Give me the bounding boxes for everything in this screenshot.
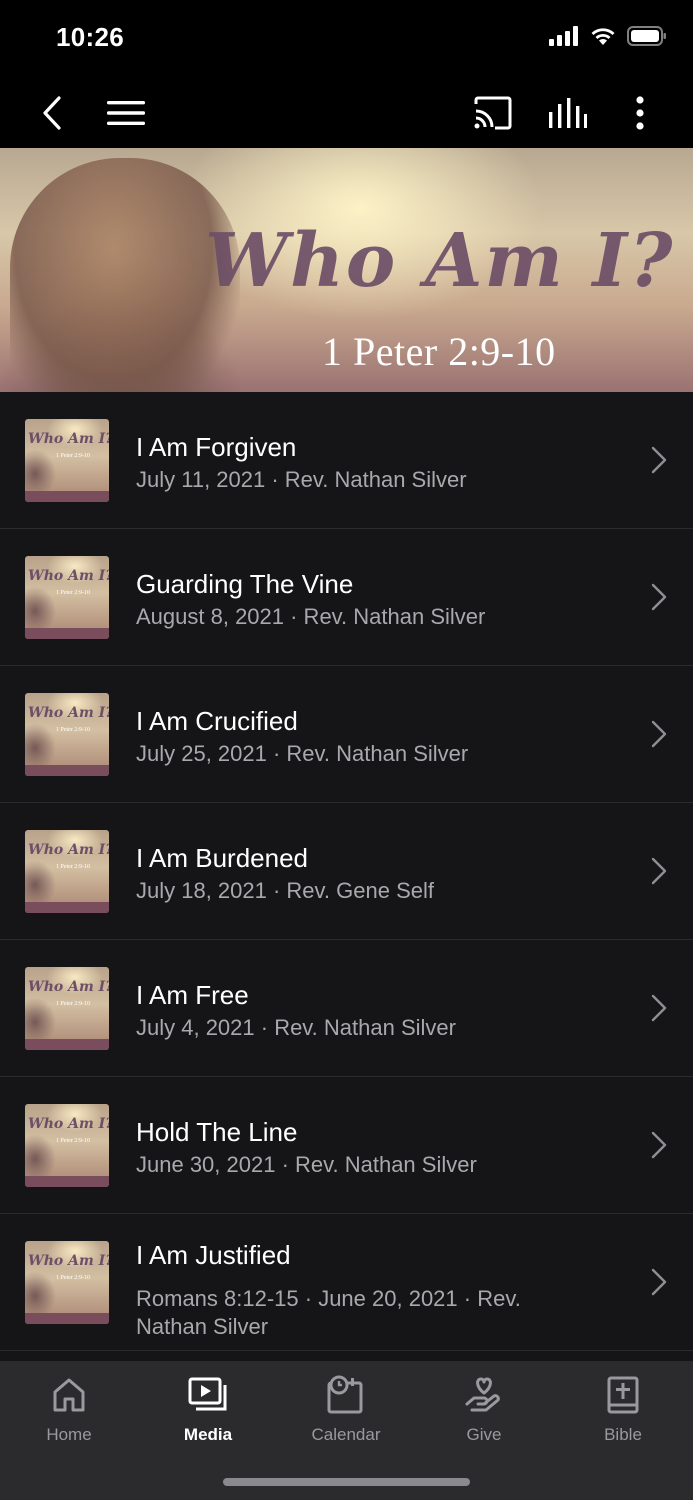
home-indicator (223, 1478, 470, 1486)
more-options-button[interactable] (620, 78, 660, 148)
more-vertical-icon (636, 96, 644, 130)
status-icons (549, 26, 667, 46)
chevron-right-icon (651, 446, 667, 474)
tab-label: Home (46, 1425, 92, 1444)
calendar-icon (327, 1375, 363, 1414)
sermon-title: I Am Burdened (136, 843, 308, 873)
status-time: 10:26 (56, 22, 124, 52)
chevron-right-icon (651, 1268, 667, 1296)
list-item[interactable]: Who Am I? 1 Peter 2:9-10 I Am Crucified … (0, 666, 693, 803)
thumbnail-subtitle: 1 Peter 2:9-10 (56, 1138, 90, 1144)
sermon-list: Who Am I? 1 Peter 2:9-10 I Am Forgiven J… (0, 392, 693, 1351)
thumbnail-title: Who Am I? (28, 1116, 109, 1132)
list-item[interactable]: Who Am I? 1 Peter 2:9-10 Hold The Line J… (0, 1077, 693, 1214)
sermon-subtitle: July 18, 2021 · Rev. Gene Self (136, 878, 434, 903)
list-item[interactable]: Who Am I? 1 Peter 2:9-10 I Am Forgiven J… (0, 392, 693, 529)
status-bar: 10:26 (0, 0, 693, 78)
sermon-title: I Am Crucified (136, 706, 298, 736)
cast-button[interactable] (470, 78, 516, 148)
sermon-subtitle: July 4, 2021 · Rev. Nathan Silver (136, 1015, 456, 1040)
app-bar (0, 78, 693, 148)
sermon-thumbnail: Who Am I? 1 Peter 2:9-10 (25, 1241, 109, 1324)
list-item[interactable]: Who Am I? 1 Peter 2:9-10 I Am Burdened J… (0, 803, 693, 940)
thumbnail-subtitle: 1 Peter 2:9-10 (56, 1001, 90, 1007)
battery-icon (627, 26, 666, 46)
menu-button[interactable] (104, 78, 148, 148)
sermon-subtitle: June 30, 2021 · Rev. Nathan Silver (136, 1152, 477, 1177)
tab-give[interactable]: Give (415, 1373, 553, 1457)
sermon-subtitle: July 25, 2021 · Rev. Nathan Silver (136, 741, 469, 766)
tab-label: Give (466, 1425, 502, 1444)
sermon-title: I Am Forgiven (136, 432, 297, 462)
chevron-right-icon (651, 1131, 667, 1159)
hamburger-menu-icon (107, 101, 145, 125)
sermon-subtitle: August 8, 2021 · Rev. Nathan Silver (136, 604, 486, 629)
thumbnail-subtitle: 1 Peter 2:9-10 (56, 590, 90, 596)
thumbnail-title: Who Am I? (28, 705, 109, 721)
thumbnail-subtitle: 1 Peter 2:9-10 (56, 864, 90, 870)
audio-levels-button[interactable] (544, 78, 590, 148)
chevron-right-icon (651, 857, 667, 885)
sermon-title: Hold The Line (136, 1117, 298, 1147)
series-banner: Who Am I? 1 Peter 2:9-10 (0, 148, 693, 392)
sermon-title: I Am Free (136, 980, 249, 1010)
sermon-subtitle: Romans 8:12-15 · June 20, 2021 · Rev. Na… (136, 1286, 521, 1339)
home-icon (53, 1378, 85, 1412)
thumbnail-subtitle: 1 Peter 2:9-10 (56, 1275, 90, 1281)
tab-media[interactable]: Media (139, 1373, 277, 1457)
tab-label: Media (183, 1425, 233, 1444)
thumbnail-subtitle: 1 Peter 2:9-10 (56, 453, 90, 459)
sermon-thumbnail: Who Am I? 1 Peter 2:9-10 (25, 1104, 109, 1187)
sermon-thumbnail: Who Am I? 1 Peter 2:9-10 (25, 967, 109, 1050)
tab-label: Bible (604, 1425, 642, 1444)
thumbnail-title: Who Am I? (28, 568, 109, 584)
thumbnail-subtitle: 1 Peter 2:9-10 (56, 727, 90, 733)
thumbnail-title: Who Am I? (28, 842, 109, 858)
list-item[interactable]: Who Am I? 1 Peter 2:9-10 I Am Justified … (0, 1214, 693, 1351)
back-button[interactable] (30, 78, 74, 148)
give-icon (465, 1377, 500, 1412)
audio-levels-icon (549, 98, 587, 128)
list-item[interactable]: Who Am I? 1 Peter 2:9-10 Guarding The Vi… (0, 529, 693, 666)
tab-label: Calendar (311, 1425, 381, 1444)
tab-home[interactable]: Home (0, 1373, 138, 1457)
thumbnail-title: Who Am I? (28, 1253, 109, 1269)
sermon-subtitle: July 11, 2021 · Rev. Nathan Silver (136, 467, 467, 492)
sermon-thumbnail: Who Am I? 1 Peter 2:9-10 (25, 830, 109, 913)
media-icon (188, 1377, 227, 1411)
sermon-title: I Am Justified (136, 1240, 291, 1270)
thumbnail-title: Who Am I? (28, 979, 109, 995)
wifi-icon (591, 28, 615, 45)
list-item[interactable]: Who Am I? 1 Peter 2:9-10 I Am Free July … (0, 940, 693, 1077)
sermon-thumbnail: Who Am I? 1 Peter 2:9-10 (25, 419, 109, 502)
tab-calendar[interactable]: Calendar (277, 1373, 415, 1457)
chevron-right-icon (651, 720, 667, 748)
bible-icon (607, 1376, 639, 1414)
series-scripture: 1 Peter 2:9-10 (322, 329, 556, 374)
thumbnail-title: Who Am I? (28, 431, 109, 447)
chevron-right-icon (651, 994, 667, 1022)
sermon-thumbnail: Who Am I? 1 Peter 2:9-10 (25, 556, 109, 639)
chevron-left-icon (43, 96, 61, 130)
cellular-signal-icon (549, 26, 578, 46)
series-title: Who Am I? (205, 218, 675, 304)
sermon-title: Guarding The Vine (136, 569, 354, 599)
cast-icon (474, 96, 512, 130)
sermon-thumbnail: Who Am I? 1 Peter 2:9-10 (25, 693, 109, 776)
chevron-right-icon (651, 583, 667, 611)
tab-bible[interactable]: Bible (554, 1373, 692, 1457)
